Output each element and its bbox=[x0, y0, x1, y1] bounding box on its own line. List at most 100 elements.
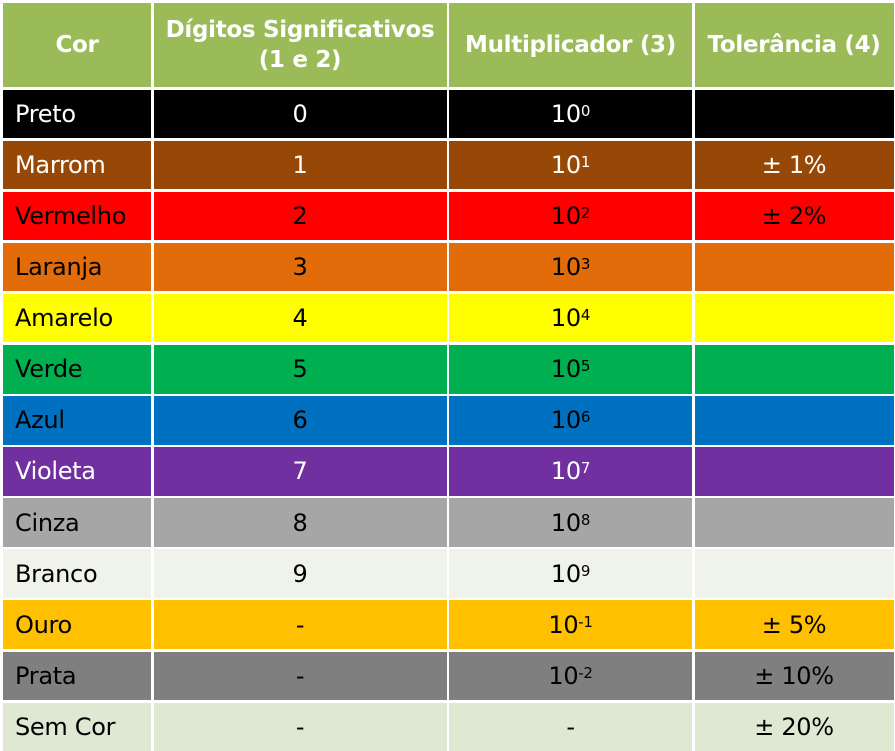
color-name-text: Amarelo bbox=[15, 304, 113, 333]
color-name-text: Preto bbox=[15, 99, 76, 128]
digit-text: 9 bbox=[292, 559, 308, 588]
digit-text: 2 bbox=[292, 201, 308, 230]
cell-color-name: Marrom bbox=[3, 140, 151, 190]
cell-tolerance bbox=[694, 396, 894, 445]
cell-digit: 3 bbox=[153, 242, 447, 292]
color-name-text: Azul bbox=[15, 406, 65, 435]
color-name-text: Prata bbox=[15, 661, 77, 690]
cell-tolerance bbox=[694, 293, 894, 343]
digit-text: 5 bbox=[292, 355, 308, 384]
cell-digit: - bbox=[153, 600, 447, 650]
cell-digit: 9 bbox=[153, 549, 447, 598]
cell-digit: 1 bbox=[153, 140, 447, 190]
multiplier-base: 10 bbox=[550, 99, 581, 128]
cell-digit: 8 bbox=[153, 498, 447, 547]
cell-digit: - bbox=[153, 651, 447, 701]
multiplier-base: 10 bbox=[550, 201, 581, 230]
cell-tolerance: ± 1% bbox=[694, 140, 894, 190]
digit-text: 4 bbox=[292, 304, 308, 333]
multiplier-base: 10 bbox=[550, 355, 581, 384]
multiplier-base: 10 bbox=[550, 406, 581, 435]
cell-color-name: Branco bbox=[3, 549, 151, 598]
multiplier-base: 10 bbox=[548, 610, 579, 639]
cell-multiplier: 10 5 bbox=[449, 344, 692, 394]
digit-text: 3 bbox=[292, 253, 308, 282]
cell-tolerance: ± 10% bbox=[694, 651, 894, 701]
cell-color-name: Cinza bbox=[3, 498, 151, 547]
cell-multiplier: 10 7 bbox=[449, 447, 692, 496]
color-name-text: Verde bbox=[15, 355, 83, 384]
cell-digit: 4 bbox=[153, 293, 447, 343]
cell-color-name: Prata bbox=[3, 651, 151, 701]
multiplier-base: 10 bbox=[550, 304, 581, 333]
color-name-text: Sem Cor bbox=[15, 712, 116, 741]
cell-multiplier: 10 9 bbox=[449, 549, 692, 598]
tolerance-text: ± 2% bbox=[761, 201, 827, 230]
cell-color-name: Preto bbox=[3, 89, 151, 139]
cell-digit: - bbox=[153, 702, 447, 751]
cell-tolerance bbox=[694, 447, 894, 496]
cell-multiplier: 10 6 bbox=[449, 396, 692, 445]
header-significant-digits: Dígitos Significativos (1 e 2) bbox=[153, 3, 447, 87]
tolerance-text: ± 20% bbox=[754, 712, 834, 741]
color-name-text: Ouro bbox=[15, 610, 72, 639]
cell-color-name: Ouro bbox=[3, 600, 151, 650]
cell-tolerance bbox=[694, 242, 894, 292]
color-name-text: Cinza bbox=[15, 508, 80, 537]
header-multiplier: Multiplicador (3) bbox=[449, 3, 692, 87]
cell-multiplier: 10 -1 bbox=[449, 600, 692, 650]
cell-color-name: Verde bbox=[3, 344, 151, 394]
cell-multiplier: 10 1 bbox=[449, 140, 692, 190]
cell-color-name: Azul bbox=[3, 396, 151, 445]
cell-digit: 7 bbox=[153, 447, 447, 496]
cell-multiplier: - bbox=[449, 702, 692, 751]
cell-tolerance: ± 2% bbox=[694, 191, 894, 241]
cell-digit: 0 bbox=[153, 89, 447, 139]
color-name-text: Vermelho bbox=[15, 201, 127, 230]
color-name-text: Violeta bbox=[15, 457, 96, 486]
tolerance-text: ± 10% bbox=[754, 661, 834, 690]
cell-multiplier: 10 0 bbox=[449, 89, 692, 139]
tolerance-text: ± 1% bbox=[761, 150, 827, 179]
header-tolerance: Tolerância (4) bbox=[694, 3, 894, 87]
multiplier-base: 10 bbox=[550, 253, 581, 282]
multiplier-base: - bbox=[566, 712, 575, 741]
cell-multiplier: 10 2 bbox=[449, 191, 692, 241]
header-color: Cor bbox=[3, 3, 151, 87]
cell-multiplier: 10 8 bbox=[449, 498, 692, 547]
digit-text: - bbox=[295, 661, 305, 690]
cell-tolerance: ± 5% bbox=[694, 600, 894, 650]
digit-text: 8 bbox=[292, 508, 308, 537]
digit-text: - bbox=[295, 610, 305, 639]
cell-color-name: Sem Cor bbox=[3, 702, 151, 751]
color-name-text: Laranja bbox=[15, 253, 103, 282]
digit-text: 0 bbox=[292, 99, 308, 128]
digit-text: 1 bbox=[292, 150, 308, 179]
digit-text: 7 bbox=[292, 457, 308, 486]
color-name-text: Marrom bbox=[15, 150, 106, 179]
cell-color-name: Vermelho bbox=[3, 191, 151, 241]
cell-multiplier: 10 4 bbox=[449, 293, 692, 343]
cell-tolerance bbox=[694, 344, 894, 394]
cell-tolerance bbox=[694, 498, 894, 547]
multiplier-base: 10 bbox=[550, 150, 581, 179]
header-digits-line1: Dígitos Significativos bbox=[165, 17, 435, 43]
cell-color-name: Laranja bbox=[3, 242, 151, 292]
cell-digit: 6 bbox=[153, 396, 447, 445]
digit-text: - bbox=[295, 712, 305, 741]
cell-tolerance bbox=[694, 549, 894, 598]
cell-color-name: Amarelo bbox=[3, 293, 151, 343]
cell-tolerance bbox=[694, 89, 894, 139]
cell-digit: 5 bbox=[153, 344, 447, 394]
cell-tolerance: ± 20% bbox=[694, 702, 894, 751]
cell-digit: 2 bbox=[153, 191, 447, 241]
color-name-text: Branco bbox=[15, 559, 98, 588]
digit-text: 6 bbox=[292, 406, 308, 435]
header-digits-line2: (1 e 2) bbox=[258, 47, 342, 73]
cell-multiplier: 10 -2 bbox=[449, 651, 692, 701]
multiplier-base: 10 bbox=[550, 457, 581, 486]
multiplier-base: 10 bbox=[550, 559, 581, 588]
tolerance-text: ± 5% bbox=[761, 610, 827, 639]
multiplier-base: 10 bbox=[548, 661, 579, 690]
resistor-color-code-table: Cor Dígitos Significativos (1 e 2) Multi… bbox=[3, 3, 894, 751]
